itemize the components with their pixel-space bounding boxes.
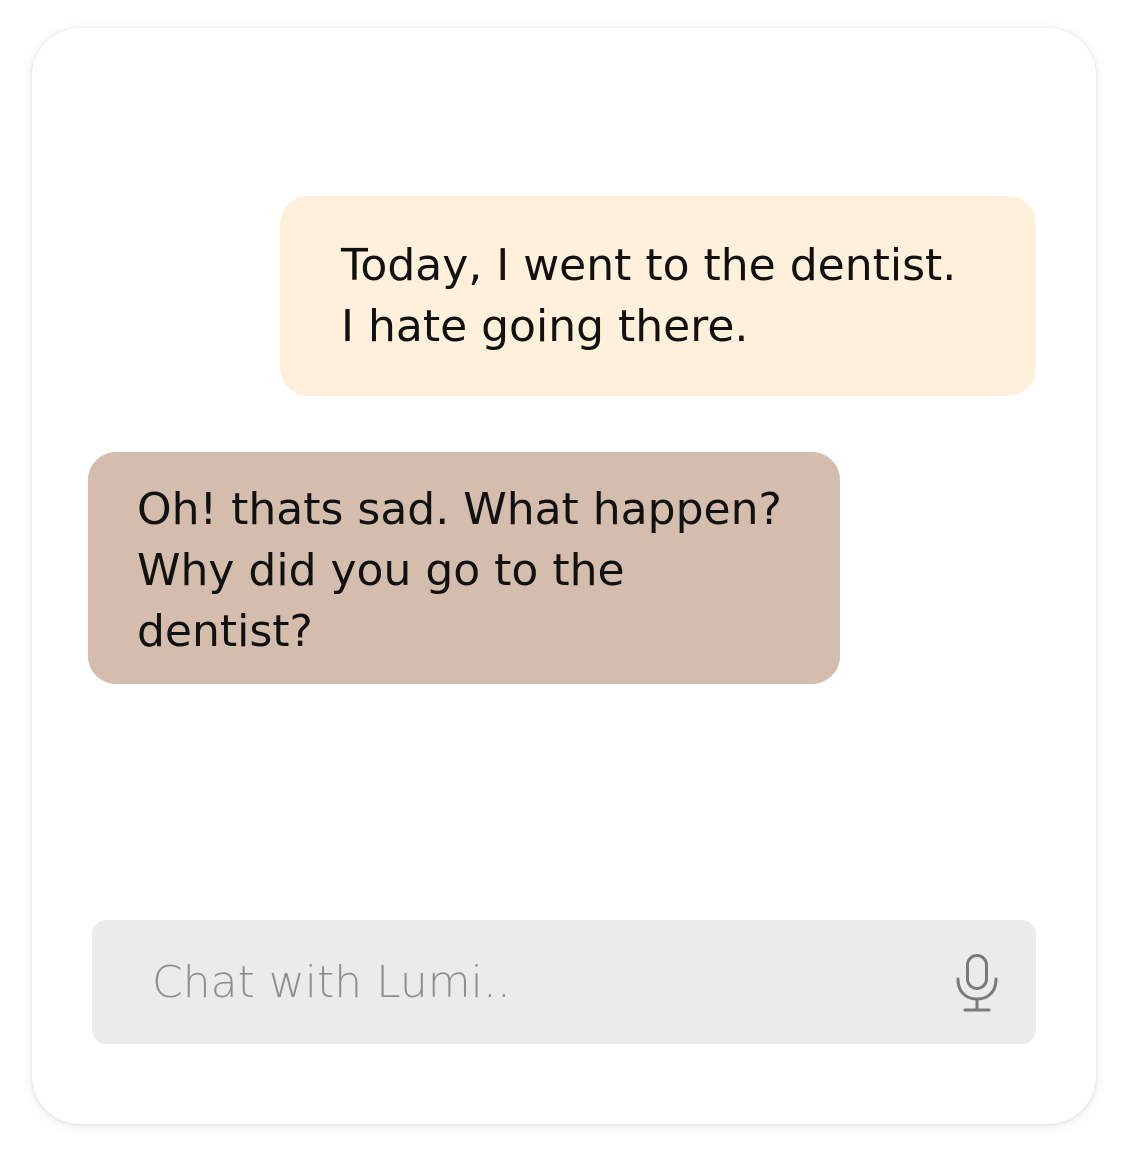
- chat-card: Today, I went to the dentist. I hate goi…: [32, 28, 1096, 1124]
- message-line: I hate going there.: [341, 301, 749, 352]
- microphone-icon[interactable]: [950, 954, 1004, 1012]
- user-message-bubble: Today, I went to the dentist. I hate goi…: [280, 196, 1036, 396]
- chat-input[interactable]: [152, 950, 932, 1014]
- chat-composer: [92, 920, 1036, 1044]
- message-line: Today, I went to the dentist.: [341, 240, 957, 291]
- message-line: Why did you go to the: [137, 545, 625, 596]
- message-line: Oh! thats sad. What happen?: [137, 484, 782, 535]
- message-line: dentist?: [137, 606, 313, 657]
- assistant-message-bubble: Oh! thats sad. What happen? Why did you …: [88, 452, 840, 684]
